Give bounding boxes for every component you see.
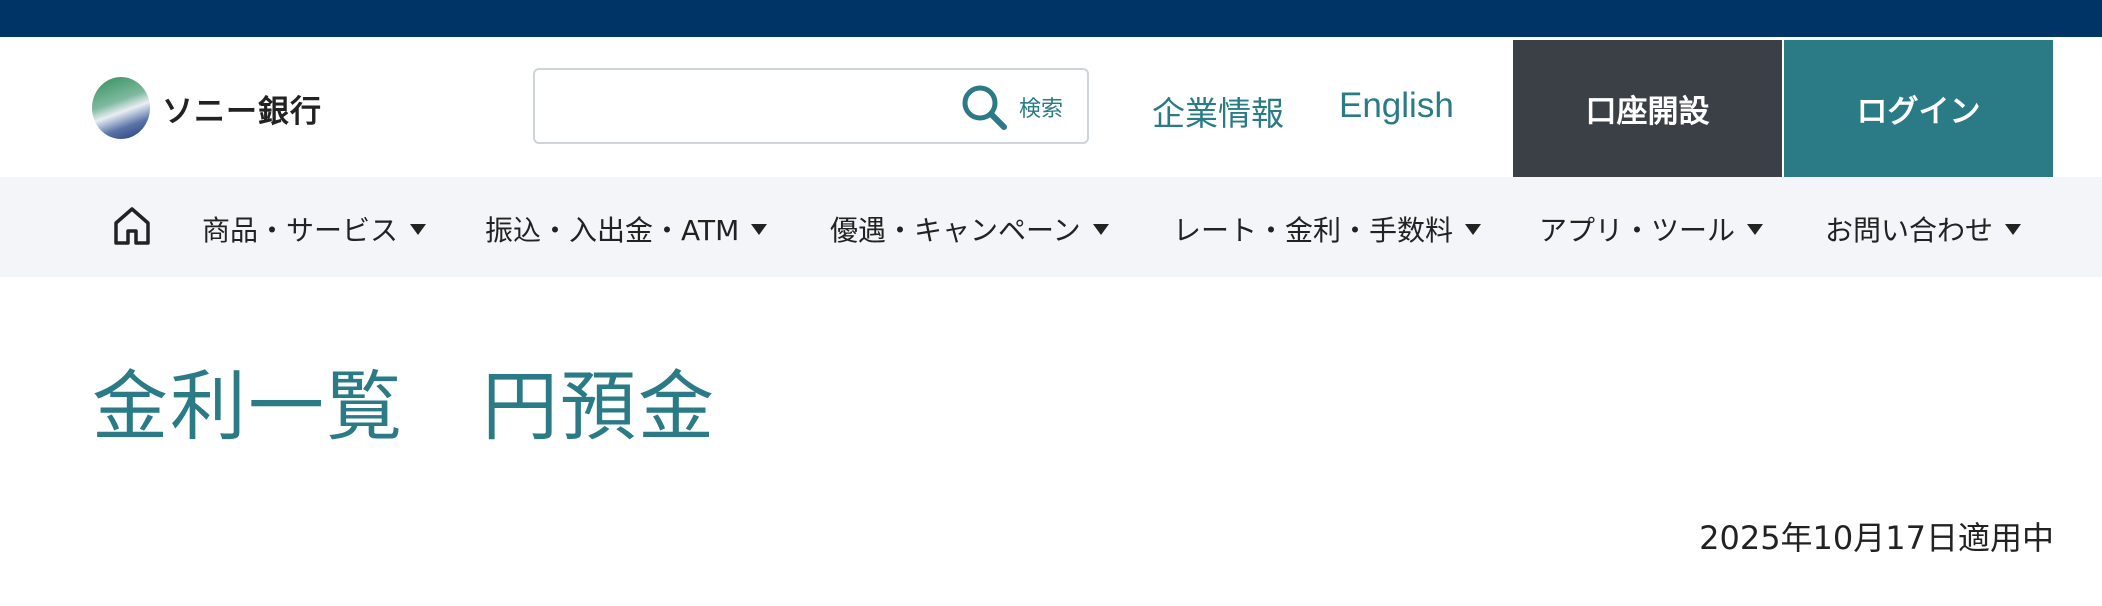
open-account-button[interactable]: 口座開設 (1513, 40, 1782, 177)
nav-item-campaigns[interactable]: 優遇・キャンペーン (830, 209, 1109, 249)
search-button[interactable]: 検索 (959, 82, 1063, 132)
nav-item-contact[interactable]: お問い合わせ (1825, 209, 2022, 249)
global-nav: 商品・サービス 振込・入出金・ATM 優遇・キャンペーン レート・金利・手数料 … (0, 177, 2102, 277)
login-button[interactable]: ログイン (1784, 40, 2053, 177)
caret-down-icon (1747, 223, 1764, 235)
logo-text: ソニー銀行 (162, 93, 322, 130)
caret-down-icon (1465, 223, 1482, 235)
nav-item-transfer-atm[interactable]: 振込・入出金・ATM (485, 209, 768, 249)
page-title: 金利一覧 円預金 (92, 362, 716, 451)
site-header: ソニー銀行 検索 企業情報 English 口座開設 ログイン (0, 37, 2102, 177)
caret-down-icon (410, 223, 427, 235)
nav-item-label: 商品・サービス (202, 214, 399, 247)
nav-item-label: 振込・入出金・ATM (485, 214, 740, 247)
corporate-info-link[interactable]: 企業情報 (1152, 87, 1284, 135)
top-bar (0, 0, 2102, 37)
home-icon[interactable] (112, 205, 152, 247)
nav-item-label: レート・金利・手数料 (1173, 214, 1454, 247)
nav-item-label: お問い合わせ (1825, 214, 1994, 247)
logo-mark-icon (92, 77, 150, 139)
caret-down-icon (751, 223, 768, 235)
caret-down-icon (2005, 223, 2022, 235)
applied-date: 2025年10月17日適用中 (1699, 519, 2054, 557)
sony-bank-logo[interactable]: ソニー銀行 (92, 77, 322, 139)
search-box: 検索 (533, 68, 1089, 144)
caret-down-icon (1092, 223, 1109, 235)
nav-item-products[interactable]: 商品・サービス (202, 209, 427, 249)
nav-item-rates-fees[interactable]: レート・金利・手数料 (1173, 209, 1482, 249)
nav-item-apps-tools[interactable]: アプリ・ツール (1539, 209, 1764, 249)
search-input[interactable] (545, 80, 949, 134)
search-icon (962, 85, 1007, 130)
nav-item-label: 優遇・キャンペーン (830, 214, 1081, 247)
search-button-label: 検索 (1018, 97, 1063, 122)
english-link[interactable]: English (1339, 86, 1454, 126)
nav-item-label: アプリ・ツール (1539, 214, 1736, 247)
